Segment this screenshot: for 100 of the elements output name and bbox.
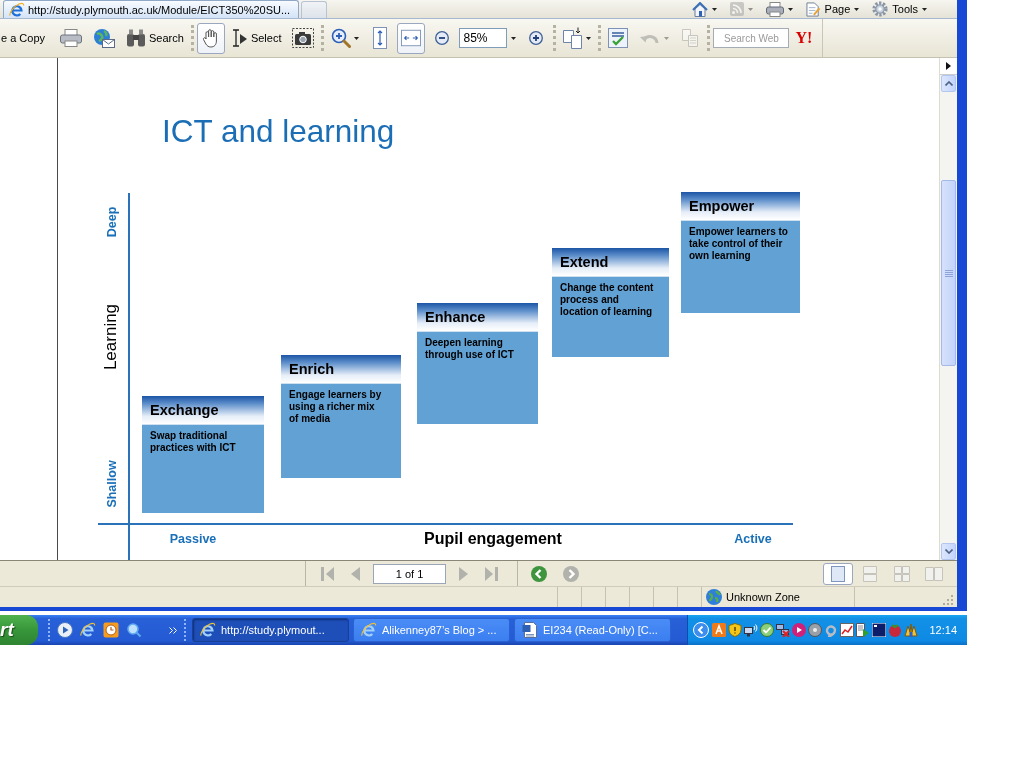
play-circle-icon[interactable] (57, 622, 73, 638)
stage-title: Exchange (142, 396, 264, 425)
plus-circle-icon (529, 31, 544, 45)
e-logo-icon[interactable] (80, 622, 96, 638)
slide-title: ICT and learning (162, 113, 395, 149)
stage-description: Change the content process and location of learning (559, 281, 655, 318)
caret-icon (787, 7, 793, 11)
stage-title: Empower (681, 192, 800, 221)
e-logo-icon (200, 622, 216, 638)
x-axis-low-label: Passive (169, 533, 217, 547)
fit-width-button[interactable] (397, 22, 426, 54)
app-tile-icon[interactable] (712, 623, 727, 637)
x-axis-title: Pupil engagement (424, 530, 562, 548)
chevron-icon[interactable] (169, 626, 177, 634)
stage-description: Empower learners to take control of their own learning (688, 225, 789, 262)
zoom-field[interactable]: 85% (459, 28, 508, 48)
x-axis-high-label: Active (734, 533, 772, 547)
stage-description: Deepen learning through use of ICT (424, 336, 515, 361)
globe-icon (706, 589, 722, 605)
camera-icon (292, 28, 315, 48)
taskbar-button[interactable]: EI234 (Read-Only) [C... (514, 618, 671, 642)
stage-title: Enrich (281, 355, 401, 384)
y-axis-high-label: Deep (106, 206, 120, 238)
stage-description: Swap traditional practices with ICT (149, 429, 237, 454)
triangle-left-icon (351, 566, 360, 581)
scroll-up-button[interactable] (941, 75, 956, 92)
taskbar-button[interactable]: http://study.plymout... (192, 618, 349, 642)
chevron-up-icon (944, 81, 953, 86)
terminal-icon[interactable] (872, 623, 887, 637)
clock-icon[interactable] (103, 622, 119, 638)
triangle-right-icon (946, 62, 951, 70)
scrollbar-thumb[interactable] (941, 180, 956, 366)
save-copy-button[interactable]: e a Copy (0, 22, 50, 54)
document-icon (522, 622, 538, 638)
triangle-right-icon (459, 566, 468, 581)
caret-icon (854, 7, 860, 11)
security-zone-label: Unknown Zone (726, 591, 800, 603)
single-page-button[interactable] (823, 562, 853, 585)
printer-icon (60, 29, 83, 47)
taskbar-button[interactable]: Alikenney87’s Blog > ... (353, 618, 510, 642)
binoculars-icon (126, 29, 147, 47)
start-button[interactable]: rt (0, 615, 38, 645)
select-tool-button[interactable]: Select (227, 22, 286, 54)
page-menu-button[interactable]: Page (803, 1, 862, 17)
caret-icon (922, 7, 927, 11)
hand-tool-button[interactable] (196, 22, 225, 54)
stage-description: Engage learners by using a richer mix of media (288, 388, 383, 425)
tools-menu-button[interactable]: Tools (870, 1, 929, 17)
house-icon (691, 1, 708, 17)
search-button[interactable]: Search (122, 22, 188, 54)
network-error-icon[interactable] (776, 623, 791, 637)
document-play-icon[interactable] (856, 623, 871, 637)
stage-title: Enhance (417, 303, 538, 332)
network-icon[interactable] (744, 623, 759, 637)
play-circle-icon[interactable] (792, 623, 807, 637)
page-number-field[interactable]: 1 of 1 (373, 563, 446, 584)
chevron-left-icon[interactable] (693, 622, 710, 638)
check-badge-icon[interactable] (760, 623, 775, 637)
disc-icon[interactable] (808, 623, 823, 637)
chevron-down-icon (944, 549, 953, 554)
fit-page-icon (373, 27, 388, 49)
navigation-pane-button[interactable] (940, 58, 957, 75)
search-web-field[interactable]: Search Web (713, 28, 790, 48)
e-logo-icon (9, 1, 25, 18)
text-cursor-icon (231, 29, 248, 47)
grip-icon (944, 269, 953, 277)
search-icon[interactable] (126, 622, 142, 638)
previous-view-button[interactable] (528, 563, 550, 584)
y-axis-low-label: Shallow (106, 460, 120, 508)
caret-icon (511, 36, 517, 40)
single-page-icon (831, 565, 845, 582)
scroll-down-button[interactable] (941, 543, 956, 560)
print-button[interactable] (763, 1, 795, 17)
browser-tab[interactable]: http://study.plymouth.ac.uk/Module/EICT350%20SU... (3, 0, 300, 18)
two-pages-icon (925, 566, 943, 581)
stacked-pages-icon (863, 565, 877, 582)
page-grid-icon (894, 565, 910, 582)
caret-icon (354, 36, 360, 40)
hands-icon[interactable] (904, 623, 919, 637)
chart-icon[interactable] (840, 623, 855, 637)
clock-time: 12:14 (929, 624, 957, 636)
vertical-scrollbar[interactable] (939, 58, 957, 560)
copy-icon (682, 29, 699, 47)
caret-icon (664, 36, 670, 40)
fit-width-icon (401, 29, 422, 47)
caret-icon (586, 36, 592, 40)
minus-circle-icon (435, 31, 450, 45)
printer-icon (765, 1, 784, 17)
gear-icon (872, 1, 889, 17)
e-logo-icon (361, 622, 377, 638)
pages-icon (563, 27, 584, 49)
feed-icon (729, 2, 744, 16)
first-page-icon (321, 565, 335, 582)
caret-icon (711, 7, 717, 11)
resize-grip-icon[interactable] (941, 593, 953, 605)
caret-icon (747, 7, 753, 11)
globe-envelope-icon (93, 28, 116, 48)
last-page-icon (484, 565, 498, 582)
yahoo-logo[interactable]: Y! (792, 29, 816, 47)
magnifier-plus-icon (331, 28, 352, 48)
